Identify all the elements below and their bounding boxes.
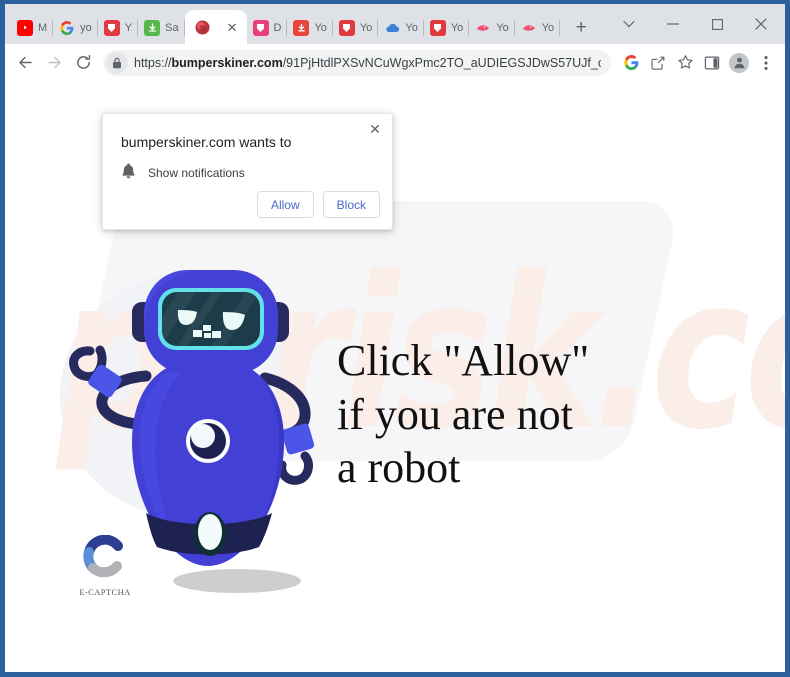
side-panel-icon[interactable] — [699, 50, 725, 76]
tab-title: Y — [124, 21, 133, 34]
tab-title: yo — [80, 21, 92, 34]
page-content: pcrisk.com — [5, 81, 785, 672]
more-menu-icon[interactable] — [753, 50, 779, 76]
download-green-icon — [144, 19, 161, 36]
permission-row: Show notifications — [121, 162, 245, 184]
cloud-blue-icon — [384, 20, 400, 36]
downloader-red-icon — [338, 19, 355, 36]
avatar — [729, 52, 749, 73]
close-button[interactable] — [739, 4, 783, 44]
ecaptcha-label: E-CAPTCHA — [79, 587, 131, 597]
allow-button[interactable]: Allow — [256, 191, 314, 218]
red-dot-icon — [195, 19, 211, 35]
browser-tab[interactable]: yo — [53, 11, 98, 44]
bell-icon — [121, 162, 136, 184]
browser-tab[interactable]: Yo — [424, 11, 470, 44]
tab-title: Sa — [165, 21, 179, 34]
profile-avatar-icon[interactable] — [726, 50, 752, 76]
browser-toolbar: https://bumperskiner.com/91PjHtdlPXSvNCu… — [5, 44, 785, 81]
google-lens-icon[interactable] — [618, 50, 644, 76]
close-icon[interactable]: ✕ — [364, 118, 386, 140]
popup-title: bumperskiner.com wants to — [121, 134, 292, 150]
downloader-icon — [103, 19, 120, 36]
tab-title: Yo — [450, 21, 464, 34]
pink-bird2-icon — [521, 20, 537, 36]
notification-permission-popup: ✕ bumperskiner.com wants to Show notific… — [102, 113, 393, 230]
youtube-icon — [17, 19, 33, 36]
page-headline: Click "Allow" if you are not a robot — [337, 336, 590, 493]
browser-tab[interactable]: Yo — [333, 11, 379, 44]
tab-title: Yo — [405, 21, 418, 34]
popup-actions: Allow Block — [256, 191, 380, 218]
block-button[interactable]: Block — [322, 191, 380, 218]
permission-label: Show notifications — [148, 166, 245, 180]
browser-tab[interactable]: Yo — [515, 11, 561, 44]
browser-tab[interactable]: D — [247, 11, 288, 44]
back-button[interactable] — [11, 49, 39, 77]
tab-close-icon[interactable]: ✕ — [227, 21, 238, 34]
tab-title: Yo — [496, 21, 509, 34]
downloader-pink-icon — [252, 19, 269, 36]
tabs-container: M yo Y Sa ✕ D Yo Yo Yo Yo Yo Yo + — [5, 4, 594, 44]
browser-tab[interactable]: Yo — [469, 11, 515, 44]
tab-strip: M yo Y Sa ✕ D Yo Yo Yo Yo Yo Yo + — [5, 4, 785, 44]
share-icon[interactable] — [645, 50, 671, 76]
tab-title: D — [273, 21, 282, 34]
maximize-button[interactable] — [695, 4, 739, 44]
url-text: https://bumperskiner.com/91PjHtdlPXSvNCu… — [134, 55, 601, 70]
tab-title: Yo — [541, 21, 555, 34]
new-tab-button[interactable]: + — [568, 14, 594, 40]
bookmark-star-icon[interactable] — [672, 50, 698, 76]
minimize-button[interactable] — [651, 4, 695, 44]
window-controls — [607, 4, 785, 44]
tab-search-button[interactable] — [607, 4, 651, 44]
browser-tab[interactable]: Sa — [138, 11, 185, 44]
downloader-red2-icon — [429, 19, 446, 36]
address-bar[interactable]: https://bumperskiner.com/91PjHtdlPXSvNCu… — [103, 49, 611, 76]
lock-icon[interactable] — [106, 51, 128, 74]
browser-tab[interactable]: Yo — [287, 11, 333, 44]
browser-tab[interactable]: Y — [98, 11, 139, 44]
browser-tab[interactable]: M — [11, 11, 54, 44]
ecaptcha-logo: E-CAPTCHA — [77, 534, 133, 597]
forward-button[interactable] — [40, 49, 68, 77]
tab-title: Yo — [359, 21, 373, 34]
browser-window: M yo Y Sa ✕ D Yo Yo Yo Yo Yo Yo + https:… — [0, 0, 790, 677]
captcha-c-icon — [83, 534, 123, 578]
tab-title: Yo — [314, 21, 327, 34]
browser-tab[interactable]: Yo — [378, 11, 424, 44]
browser-tab-active[interactable]: ✕ — [184, 10, 247, 44]
tab-title: M — [38, 21, 48, 34]
reload-button[interactable] — [69, 49, 97, 77]
google-icon — [59, 20, 75, 36]
pink-bird-icon — [475, 20, 491, 36]
download-red-icon — [293, 19, 310, 36]
